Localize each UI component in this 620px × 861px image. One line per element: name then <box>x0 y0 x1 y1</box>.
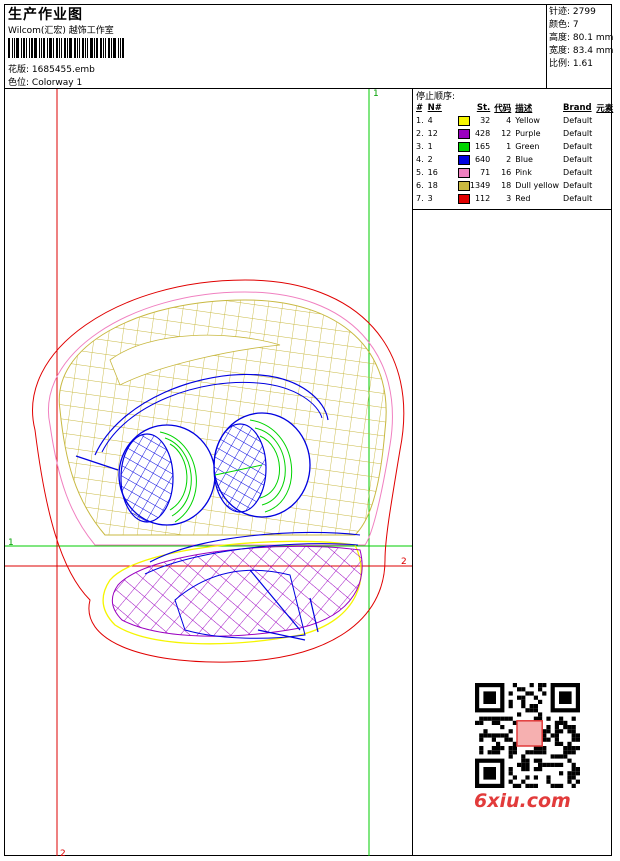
guide-top-label: 1 <box>373 89 379 99</box>
fill-purple-mouth <box>112 545 363 637</box>
eye-right-iris <box>213 423 267 513</box>
guide-right-label: 2 <box>401 557 407 567</box>
eye-left-iris <box>120 433 174 523</box>
qr-code-image <box>471 680 584 790</box>
guide-left-label: 1 <box>8 538 14 548</box>
watermark-site: 6xiu.com <box>474 790 571 812</box>
guide-bottom-label: 2 <box>60 849 66 859</box>
